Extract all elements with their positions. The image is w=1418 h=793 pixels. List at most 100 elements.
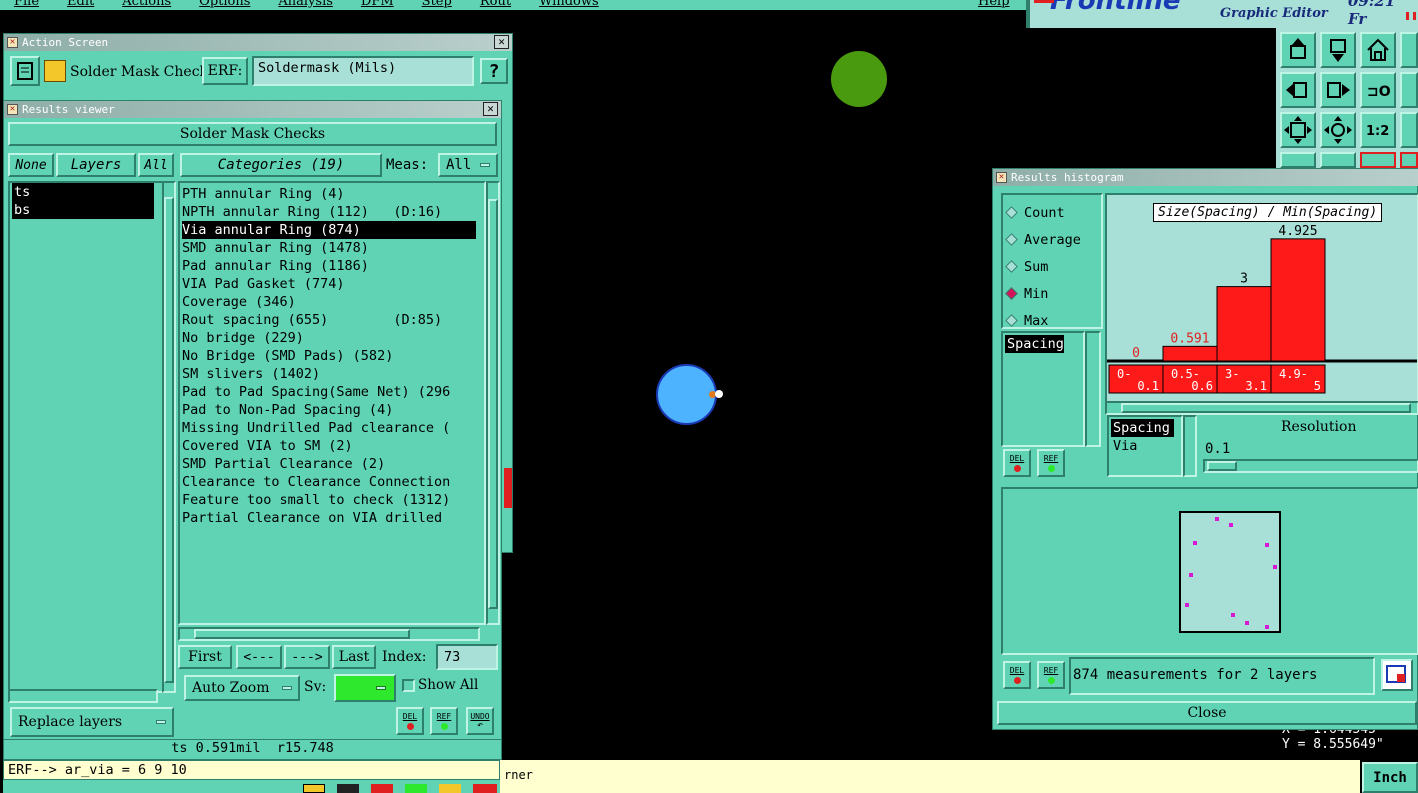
zoom-select[interactable]: Auto Zoom <box>184 675 300 701</box>
stat-option-max[interactable]: Max <box>1005 307 1081 334</box>
erf-field[interactable]: Soldermask (Mils) <box>252 56 474 86</box>
action-list-icon[interactable] <box>10 56 40 86</box>
category-item[interactable]: Partial Clearance on VIA drilled <box>182 509 476 527</box>
undo-button[interactable]: UNDO ↶ <box>466 707 494 735</box>
chart-hscroll[interactable] <box>1105 401 1418 415</box>
tool-row4-b[interactable] <box>1320 152 1356 168</box>
category-item[interactable]: SMD annular Ring (1478) <box>182 239 476 257</box>
feature-item[interactable]: Spacing <box>1111 419 1174 437</box>
radio-icon[interactable] <box>1005 260 1018 273</box>
histogram-bar[interactable] <box>1270 238 1326 362</box>
ref-button[interactable]: REF <box>430 707 458 735</box>
tool-zoom-fit-icon[interactable] <box>1280 112 1316 148</box>
export-icon[interactable] <box>1381 659 1413 691</box>
layers-button[interactable]: Layers <box>56 153 136 177</box>
menu-windows[interactable]: Windows <box>539 0 599 9</box>
scroll-thumb[interactable] <box>194 629 410 639</box>
erf-button[interactable]: ERF: <box>202 57 248 85</box>
category-item[interactable]: Rout spacing (655) (D:85) <box>182 311 476 329</box>
tool-icon-1[interactable] <box>303 784 325 793</box>
layer-item[interactable]: ts <box>12 183 154 201</box>
preview-del-button[interactable]: DEL <box>1003 661 1031 689</box>
scroll-thumb[interactable] <box>488 199 498 609</box>
slider-thumb[interactable] <box>1207 461 1237 471</box>
stat-option-count[interactable]: Count <box>1005 199 1081 226</box>
tool-icon-6[interactable] <box>473 784 497 793</box>
green-pad[interactable] <box>831 51 887 107</box>
show-all-checkbox[interactable] <box>402 679 415 692</box>
stat-option-min[interactable]: Min <box>1005 280 1081 307</box>
measure-vscroll[interactable] <box>1085 331 1101 447</box>
window-menu-icon[interactable]: ✕ <box>7 104 18 115</box>
menu-file[interactable]: File <box>14 0 39 9</box>
tool-row4-d[interactable] <box>1400 152 1418 168</box>
replace-layers-select[interactable]: Replace layers <box>10 707 174 737</box>
category-vscroll[interactable] <box>486 181 500 625</box>
tool-scale-1to2-icon[interactable]: 1:2 <box>1360 112 1396 148</box>
histogram-titlebar[interactable]: ✕ Results histogram <box>993 169 1418 186</box>
close-button[interactable]: Close <box>997 701 1417 725</box>
tool-icon-5[interactable] <box>439 784 461 793</box>
measure-item[interactable]: Spacing <box>1005 335 1064 353</box>
close-icon[interactable]: ✕ <box>494 35 509 49</box>
help-button[interactable]: ? <box>480 58 508 84</box>
radio-icon[interactable] <box>1005 233 1018 246</box>
meas-select[interactable]: All <box>438 153 498 177</box>
scroll-thumb[interactable] <box>1121 403 1411 413</box>
tool-zoom-in-icon[interactable] <box>1320 112 1356 148</box>
feature-vscroll[interactable] <box>1183 415 1197 477</box>
category-item[interactable]: Pad to Pad Spacing(Same Net) (296 <box>182 383 476 401</box>
stat-option-average[interactable]: Average <box>1005 226 1081 253</box>
tool-move-down-icon[interactable] <box>1320 32 1356 68</box>
del-button[interactable]: DEL <box>396 707 424 735</box>
resolution-slider[interactable] <box>1203 459 1418 473</box>
layer-list-hscroll[interactable] <box>8 689 158 703</box>
menu-actions[interactable]: Actions <box>122 0 171 9</box>
category-item[interactable]: Coverage (346) <box>182 293 476 311</box>
tool-icon-3[interactable] <box>371 784 393 793</box>
tool-move-up-icon[interactable] <box>1280 32 1316 68</box>
menu-edit[interactable]: Edit <box>67 0 94 9</box>
stat-option-sum[interactable]: Sum <box>1005 253 1081 280</box>
category-item[interactable]: PTH annular Ring (4) <box>182 185 476 203</box>
tool-pan-right-icon[interactable] <box>1400 72 1418 108</box>
window-menu-icon[interactable]: ✕ <box>996 172 1007 183</box>
action-screen-titlebar[interactable]: ✕ Action Screen ✕ <box>4 34 512 51</box>
category-item[interactable]: SMD Partial Clearance (2) <box>182 455 476 473</box>
menu-dfm[interactable]: DFM <box>361 0 394 9</box>
close-icon[interactable]: ✕ <box>483 102 498 116</box>
units-button[interactable]: Inch <box>1362 762 1418 793</box>
layer-list-vscroll[interactable] <box>162 181 176 693</box>
tool-icon-2[interactable] <box>337 784 359 793</box>
radio-icon[interactable] <box>1005 314 1018 327</box>
category-hscroll[interactable] <box>178 627 480 641</box>
histogram-bar[interactable] <box>1162 345 1218 362</box>
hist-ref-button[interactable]: REF <box>1037 449 1065 477</box>
blue-via-pad[interactable] <box>656 364 717 425</box>
menu-step[interactable]: Step <box>422 0 452 9</box>
scroll-thumb[interactable] <box>164 197 174 683</box>
tool-row4-a[interactable] <box>1280 152 1316 168</box>
menu-options[interactable]: Options <box>199 0 250 9</box>
category-item[interactable]: VIA Pad Gasket (774) <box>182 275 476 293</box>
layers-none-button[interactable]: None <box>8 153 54 177</box>
category-item[interactable]: No Bridge (SMD Pads) (582) <box>182 347 476 365</box>
tool-move-left-icon[interactable] <box>1280 72 1316 108</box>
violation-marker-white[interactable] <box>715 390 723 398</box>
category-item[interactable]: Pad to Non-Pad Spacing (4) <box>182 401 476 419</box>
category-item[interactable]: Covered VIA to SM (2) <box>182 437 476 455</box>
category-item[interactable]: Clearance to Clearance Connection <box>182 473 476 491</box>
command-line[interactable]: ERF--> ar_via = 6 9 10 <box>3 760 500 780</box>
tool-home-icon[interactable] <box>1360 32 1396 68</box>
last-button[interactable]: Last <box>332 645 376 669</box>
first-button[interactable]: First <box>178 645 232 669</box>
hist-del-button[interactable]: DEL <box>1003 449 1031 477</box>
tool-icon-4[interactable] <box>405 784 427 793</box>
histogram-bar[interactable] <box>1216 286 1272 362</box>
category-item[interactable]: Missing Undrilled Pad clearance ( <box>182 419 476 437</box>
category-item[interactable]: No bridge (229) <box>182 329 476 347</box>
window-menu-icon[interactable]: ✕ <box>7 37 18 48</box>
action-run-icon[interactable] <box>44 60 66 82</box>
tool-rotate-icon[interactable]: ⊐O <box>1360 72 1396 108</box>
tool-row4-c[interactable] <box>1360 152 1396 168</box>
